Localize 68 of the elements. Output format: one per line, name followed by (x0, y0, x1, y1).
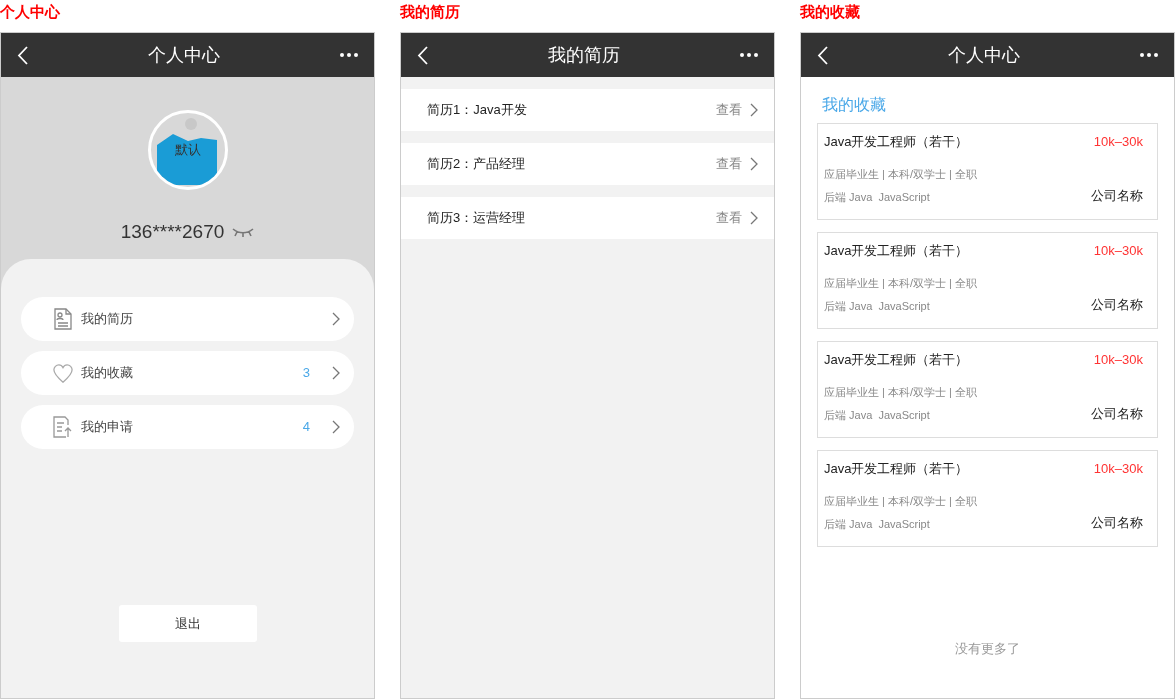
salary: 10k–30k (1093, 133, 1143, 151)
job-title: Java开发工程师（若干） (824, 460, 969, 478)
chevron-right-icon (750, 103, 758, 117)
nav-title: 个人中心 (148, 43, 220, 67)
salary: 10k–30k (1093, 460, 1143, 478)
job-requirements: 应届毕业生 | 本科/双学士 | 全职 (824, 275, 978, 291)
menu-item[interactable]: 我的申请 4 (21, 405, 354, 449)
resume-title: 简历3：运营经理 (427, 209, 526, 228)
view-link[interactable]: 查看 (716, 100, 742, 120)
salary: 10k–30k (1093, 242, 1143, 260)
job-title: Java开发工程师（若干） (824, 242, 969, 260)
back-icon[interactable] (17, 45, 28, 65)
screen-caption: 我的简历 (400, 2, 460, 22)
job-tags: 后端 Java JavaScript (824, 298, 930, 315)
company-name: 公司名称 (1091, 405, 1143, 423)
more-icon[interactable] (740, 53, 758, 57)
job-card[interactable]: Java开发工程师（若干） 10k–30k 应届毕业生 | 本科/双学士 | 全职 后端 Java JavaScript 公司名称 (817, 450, 1158, 547)
job-tags: 后端 Java JavaScript (824, 189, 930, 206)
resume-row[interactable]: 简历3：运营经理 查看 (401, 197, 774, 239)
nav-title: 我的简历 (548, 43, 620, 67)
job-title: Java开发工程师（若干） (824, 351, 969, 369)
screen-caption: 我的收藏 (800, 2, 860, 22)
count: 3 (302, 364, 310, 383)
job-card[interactable]: Java开发工程师（若干） 10k–30k 应届毕业生 | 本科/双学士 | 全职 后端 Java JavaScript 公司名称 (817, 341, 1158, 438)
resume-row[interactable]: 简历2：产品经理 查看 (401, 143, 774, 185)
menu-label: 我的简历 (81, 310, 133, 329)
resume-row[interactable]: 简历1：Java开发 查看 (401, 89, 774, 131)
view-link[interactable]: 查看 (716, 154, 742, 174)
count: 4 (302, 418, 310, 437)
back-icon[interactable] (817, 45, 828, 65)
job-requirements: 应届毕业生 | 本科/双学士 | 全职 (824, 493, 978, 509)
nav-title: 个人中心 (948, 43, 1020, 67)
menu-item[interactable]: 我的收藏 3 (21, 351, 354, 395)
view-link[interactable]: 查看 (716, 208, 742, 228)
more-icon[interactable] (1140, 53, 1158, 57)
avatar-label: 默认 (174, 141, 201, 160)
job-tags: 后端 Java JavaScript (824, 516, 930, 533)
job-tags: 后端 Java JavaScript (824, 407, 930, 424)
job-requirements: 应届毕业生 | 本科/双学士 | 全职 (824, 384, 978, 400)
company-name: 公司名称 (1091, 296, 1143, 314)
chevron-right-icon (332, 312, 340, 326)
section-heading: 我的收藏 (822, 95, 887, 115)
company-name: 公司名称 (1091, 514, 1143, 532)
company-name: 公司名称 (1091, 187, 1143, 205)
salary: 10k–30k (1093, 351, 1143, 369)
back-icon[interactable] (417, 45, 428, 65)
menu-label: 我的收藏 (81, 364, 133, 383)
end-of-list-text: 没有更多了 (955, 639, 1020, 658)
closed-eye-icon[interactable] (232, 227, 255, 238)
resume-title: 简历1：Java开发 (427, 101, 527, 120)
menu-item[interactable]: 我的简历 (21, 297, 354, 341)
chevron-right-icon (750, 211, 758, 225)
chevron-right-icon (332, 420, 340, 434)
chevron-right-icon (750, 157, 758, 171)
job-requirements: 应届毕业生 | 本科/双学士 | 全职 (824, 166, 978, 182)
phone-number: 136****2670 (120, 220, 225, 244)
job-card[interactable]: Java开发工程师（若干） 10k–30k 应届毕业生 | 本科/双学士 | 全职 后端 Java JavaScript 公司名称 (817, 232, 1158, 329)
menu-label: 我的申请 (81, 418, 133, 437)
logout-button[interactable]: 退出 (118, 605, 257, 642)
job-card[interactable]: Java开发工程师（若干） 10k–30k 应届毕业生 | 本科/双学士 | 全职 后端 Java JavaScript 公司名称 (817, 123, 1158, 220)
document-person-icon (54, 308, 72, 330)
document-upload-icon (53, 416, 73, 438)
resume-title: 简历2：产品经理 (427, 155, 526, 174)
heart-icon (53, 362, 73, 384)
screen-caption: 个人中心 (0, 2, 60, 22)
more-icon[interactable] (340, 53, 358, 57)
job-title: Java开发工程师（若干） (824, 133, 969, 151)
chevron-right-icon (332, 366, 340, 380)
